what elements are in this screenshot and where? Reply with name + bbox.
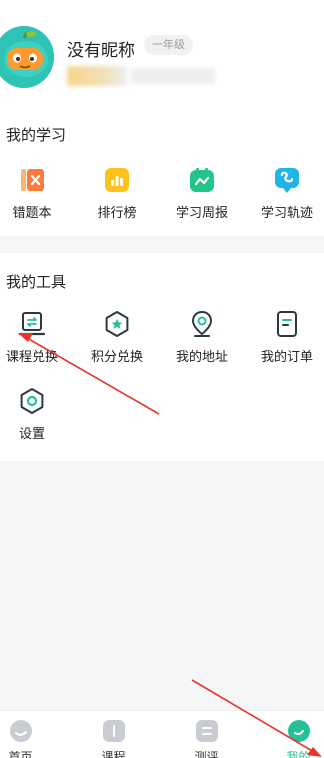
- blurred-account-info: [67, 66, 217, 86]
- tool-item-address[interactable]: 我的地址: [162, 310, 242, 370]
- my-study-section: 我的学习 错题本 排行榜 学习周报 学习轨迹: [0, 112, 324, 236]
- tab-label: 测评: [194, 750, 219, 758]
- points-exchange-icon: [105, 311, 129, 337]
- assessment-icon: [195, 720, 218, 742]
- study-item-label: 错题本: [12, 206, 52, 221]
- grade-badge[interactable]: 一年级: [144, 35, 193, 55]
- tab-assessment[interactable]: 测评: [166, 711, 247, 758]
- profile-header: 没有昵称 一年级: [0, 0, 324, 112]
- tab-label: 我的: [286, 750, 311, 758]
- tool-item-points-exchange[interactable]: 积分兑换: [77, 310, 157, 370]
- tool-item-label: 我的订单: [260, 350, 313, 365]
- tab-label: 首页: [8, 750, 33, 758]
- study-item-label: 学习轨迹: [260, 206, 313, 221]
- settings-icon: [20, 388, 44, 414]
- study-item-label: 排行榜: [97, 206, 137, 221]
- tool-item-course-exchange[interactable]: 课程兑换: [0, 310, 72, 370]
- course-exchange-icon: [18, 312, 46, 336]
- ranking-icon: [105, 168, 129, 192]
- tab-course[interactable]: 课程: [73, 711, 154, 758]
- empty-content-area: [0, 461, 324, 710]
- study-item-label: 学习周报: [175, 206, 228, 221]
- orders-icon: [277, 311, 297, 337]
- avatar-mascot-icon: [0, 26, 54, 88]
- learning-track-icon: [275, 168, 299, 193]
- blurred-block: [131, 68, 215, 84]
- tool-item-label: 积分兑换: [90, 350, 143, 365]
- home-icon: [9, 720, 32, 742]
- section-title-study: 我的学习: [6, 126, 67, 144]
- study-item-ranking[interactable]: 排行榜: [77, 166, 157, 226]
- study-item-weekly-report[interactable]: 学习周报: [162, 166, 242, 226]
- tab-me[interactable]: 我的: [258, 711, 324, 758]
- section-title-tools: 我的工具: [6, 273, 67, 291]
- bottom-tab-bar: 首页 课程 测评 我的: [0, 710, 324, 758]
- nickname[interactable]: 没有昵称: [67, 36, 135, 61]
- wrong-book-icon: [21, 169, 44, 191]
- address-icon: [191, 310, 213, 337]
- tool-item-orders[interactable]: 我的订单: [247, 310, 324, 370]
- tab-home[interactable]: 首页: [0, 711, 61, 758]
- me-icon: [287, 720, 310, 742]
- course-icon: [102, 720, 125, 742]
- tool-item-label: 我的地址: [175, 350, 228, 365]
- avatar[interactable]: [0, 26, 54, 88]
- tab-label: 课程: [101, 750, 126, 758]
- tool-item-label: 设置: [18, 427, 45, 442]
- blurred-block: [67, 66, 127, 86]
- tool-item-label: 课程兑换: [5, 350, 58, 365]
- study-item-learning-track[interactable]: 学习轨迹: [247, 166, 324, 226]
- weekly-report-icon: [190, 168, 214, 192]
- tool-item-settings[interactable]: 设置: [0, 387, 72, 447]
- my-tools-section: 我的工具 课程兑换 积分兑换 我的地址 我的订单 设置: [0, 253, 324, 461]
- study-item-wrong-book[interactable]: 错题本: [0, 166, 72, 226]
